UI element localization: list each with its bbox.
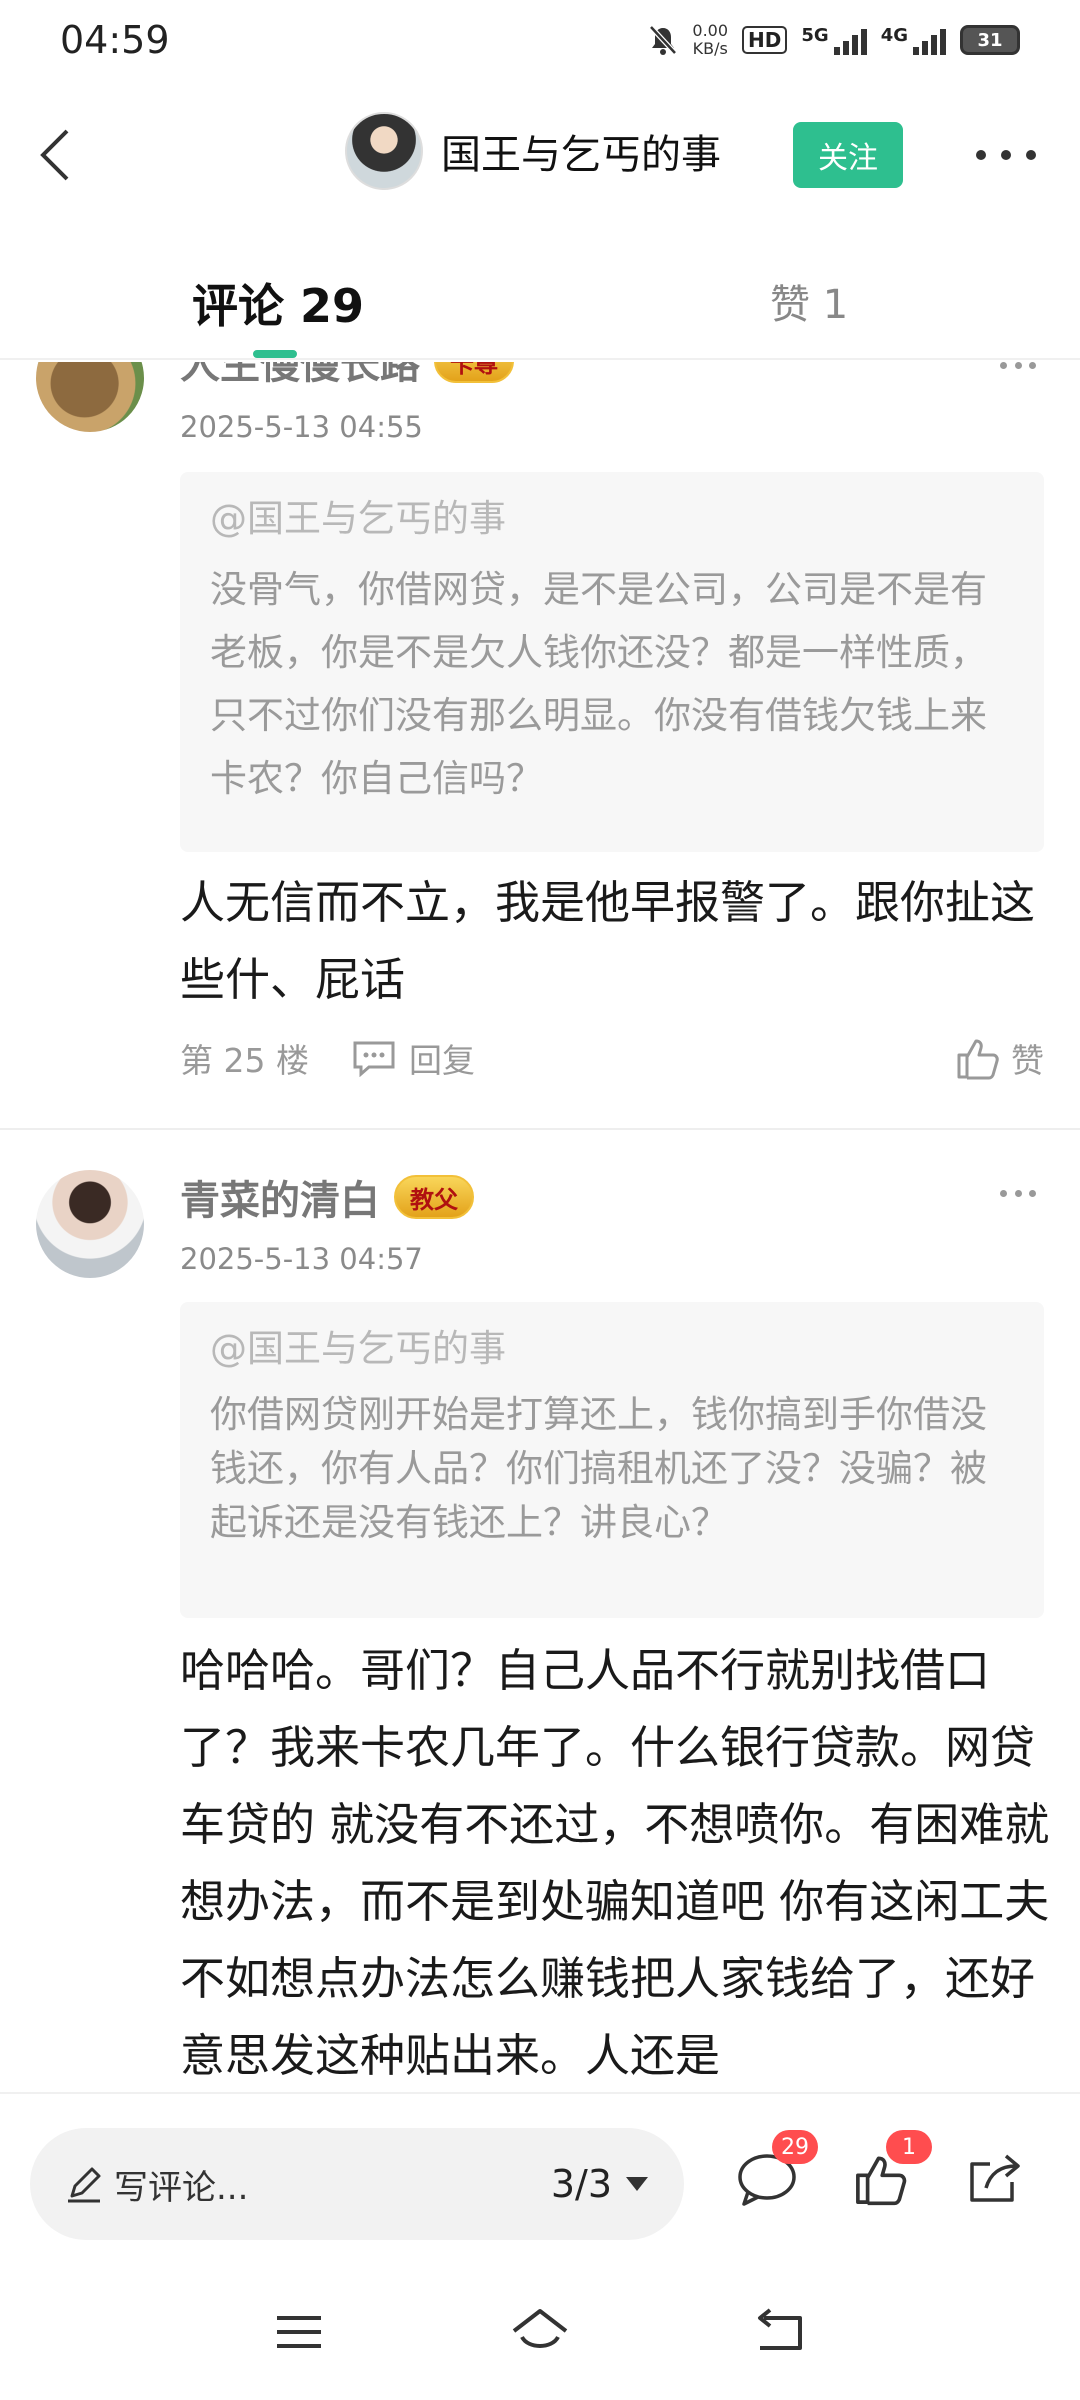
like-label: 赞 (1011, 1041, 1044, 1080)
nav-menu-button[interactable] (264, 2302, 334, 2362)
reply-icon (353, 1041, 395, 1077)
signal-4g-icon: 4G (881, 25, 946, 55)
like-button[interactable]: 赞 (955, 1034, 1044, 1082)
home-icon (512, 2309, 568, 2348)
quote-mention: @国王与乞丐的事 (210, 1327, 506, 1370)
page-indicator: 3/3 (550, 2162, 612, 2206)
author-name[interactable]: 国王与乞丐的事 (441, 122, 721, 180)
bottom-action-bar: 写评论... 3/3 29 1 (0, 2092, 1080, 2262)
share-button[interactable] (960, 2144, 1030, 2214)
tab-bar: 评论 29 赞 1 (0, 230, 1080, 360)
follow-button[interactable]: 关注 (793, 122, 903, 188)
hd-icon: HD (742, 26, 788, 54)
mute-bell-icon (649, 25, 678, 55)
status-icons: 0.00 KB/s HD 5G 4G 31 (648, 22, 1020, 58)
commenter-avatar[interactable] (36, 362, 144, 432)
comment-body: 哈哈哈。哥们？自己人品不行就别找借口了？我来卡农几年了。什么银行贷款。网贷车贷的… (180, 1644, 1050, 2082)
thumbs-up-icon (957, 1039, 999, 1080)
tab-likes[interactable]: 赞 1 (770, 272, 848, 330)
quoted-comment[interactable]: @国王与乞丐的事 没骨气，你借网贷，是不是公司，公司是不是有老板，你是不是欠人钱… (180, 472, 1044, 852)
quote-text: 你借网贷刚开始是打算还上，钱你搞到手你借没钱还，你有人品？你们搞租机还了没？没骗… (210, 1393, 987, 1544)
chevron-left-icon (40, 129, 69, 181)
author-info[interactable]: 国王与乞丐的事 (345, 112, 721, 190)
comment-list[interactable]: 人生慢慢长路 卡尊 2025-5-13 04:55 @国王与乞丐的事 没骨气，你… (0, 362, 1080, 2092)
page-selector[interactable]: 3/3 (551, 2162, 650, 2206)
reply-label: 回复 (408, 1041, 475, 1080)
user-badge: 教父 (394, 1175, 474, 1219)
share-icon (970, 2154, 1020, 2202)
back-arrow-icon (758, 2308, 802, 2350)
signal-4g-label: 4G (880, 25, 908, 46)
write-comment-input[interactable]: 写评论... 3/3 (30, 2128, 684, 2240)
post-header: 国王与乞丐的事 关注 (0, 80, 1080, 230)
caret-down-icon (626, 2177, 648, 2191)
status-time: 04:59 (60, 18, 170, 62)
comment-item: 人生慢慢长路 卡尊 2025-5-13 04:55 @国王与乞丐的事 没骨气，你… (0, 362, 1080, 1130)
signal-5g-icon: 5G (801, 25, 867, 55)
tab-indicator (253, 350, 297, 358)
reply-button[interactable]: 回复 (351, 1034, 475, 1082)
signal-5g-label: 5G (801, 25, 829, 46)
net-speed: 0.00 KB/s (692, 22, 728, 58)
battery-icon: 31 (960, 25, 1020, 55)
author-avatar[interactable] (345, 112, 423, 190)
comment-item: 青菜的清白 教父 2025-5-13 04:57 @国王与乞丐的事 你借网贷刚开… (0, 1130, 1080, 2092)
system-nav-bar (0, 2262, 1080, 2400)
net-speed-value: 0.00 (692, 21, 729, 40)
user-badge: 卡尊 (434, 362, 514, 383)
commenter-row: 人生慢慢长路 卡尊 (180, 362, 514, 390)
nav-home-button[interactable] (505, 2302, 575, 2362)
comments-button[interactable]: 29 (732, 2130, 818, 2214)
comment-body: 人无信而不立，我是他早报警了。跟你扯这些什、屁话 (180, 876, 1036, 1006)
net-speed-unit: KB/s (692, 39, 728, 58)
commenter-avatar[interactable] (36, 1170, 144, 1278)
comment-footer: 第 25 楼 回复 赞 (180, 1034, 1044, 1082)
commenter-row: 青菜的清白 教父 (180, 1168, 474, 1226)
pencil-icon (68, 2167, 101, 2203)
more-options-button[interactable] (976, 135, 1036, 175)
status-bar: 04:59 0.00 KB/s HD 5G 4G 31 (0, 0, 1080, 80)
comment-more-button[interactable] (1000, 362, 1036, 369)
like-count-badge: 1 (886, 2130, 932, 2164)
commenter-name[interactable]: 青菜的清白 (180, 1168, 380, 1226)
comment-more-button[interactable] (1000, 1190, 1036, 1197)
quote-text: 没骨气，你借网贷，是不是公司，公司是不是有老板，你是不是欠人钱你还没？都是一样性… (210, 568, 987, 800)
menu-icon (277, 2316, 321, 2348)
quoted-comment[interactable]: @国王与乞丐的事 你借网贷刚开始是打算还上，钱你搞到手你借没钱还，你有人品？你们… (180, 1302, 1044, 1618)
floor-number: 第 25 楼 (180, 1041, 309, 1080)
quote-mention: @国王与乞丐的事 (210, 497, 506, 540)
write-comment-placeholder: 写评论... (114, 2167, 249, 2208)
back-button[interactable] (20, 120, 90, 190)
commenter-name[interactable]: 人生慢慢长路 (180, 362, 420, 390)
like-post-button[interactable]: 1 (846, 2130, 932, 2214)
nav-back-button[interactable] (745, 2302, 815, 2362)
comment-time: 2025-5-13 04:57 (180, 1242, 423, 1276)
tab-comments[interactable]: 评论 29 (192, 270, 364, 336)
comment-count-badge: 29 (772, 2130, 818, 2164)
comment-time: 2025-5-13 04:55 (180, 410, 423, 444)
